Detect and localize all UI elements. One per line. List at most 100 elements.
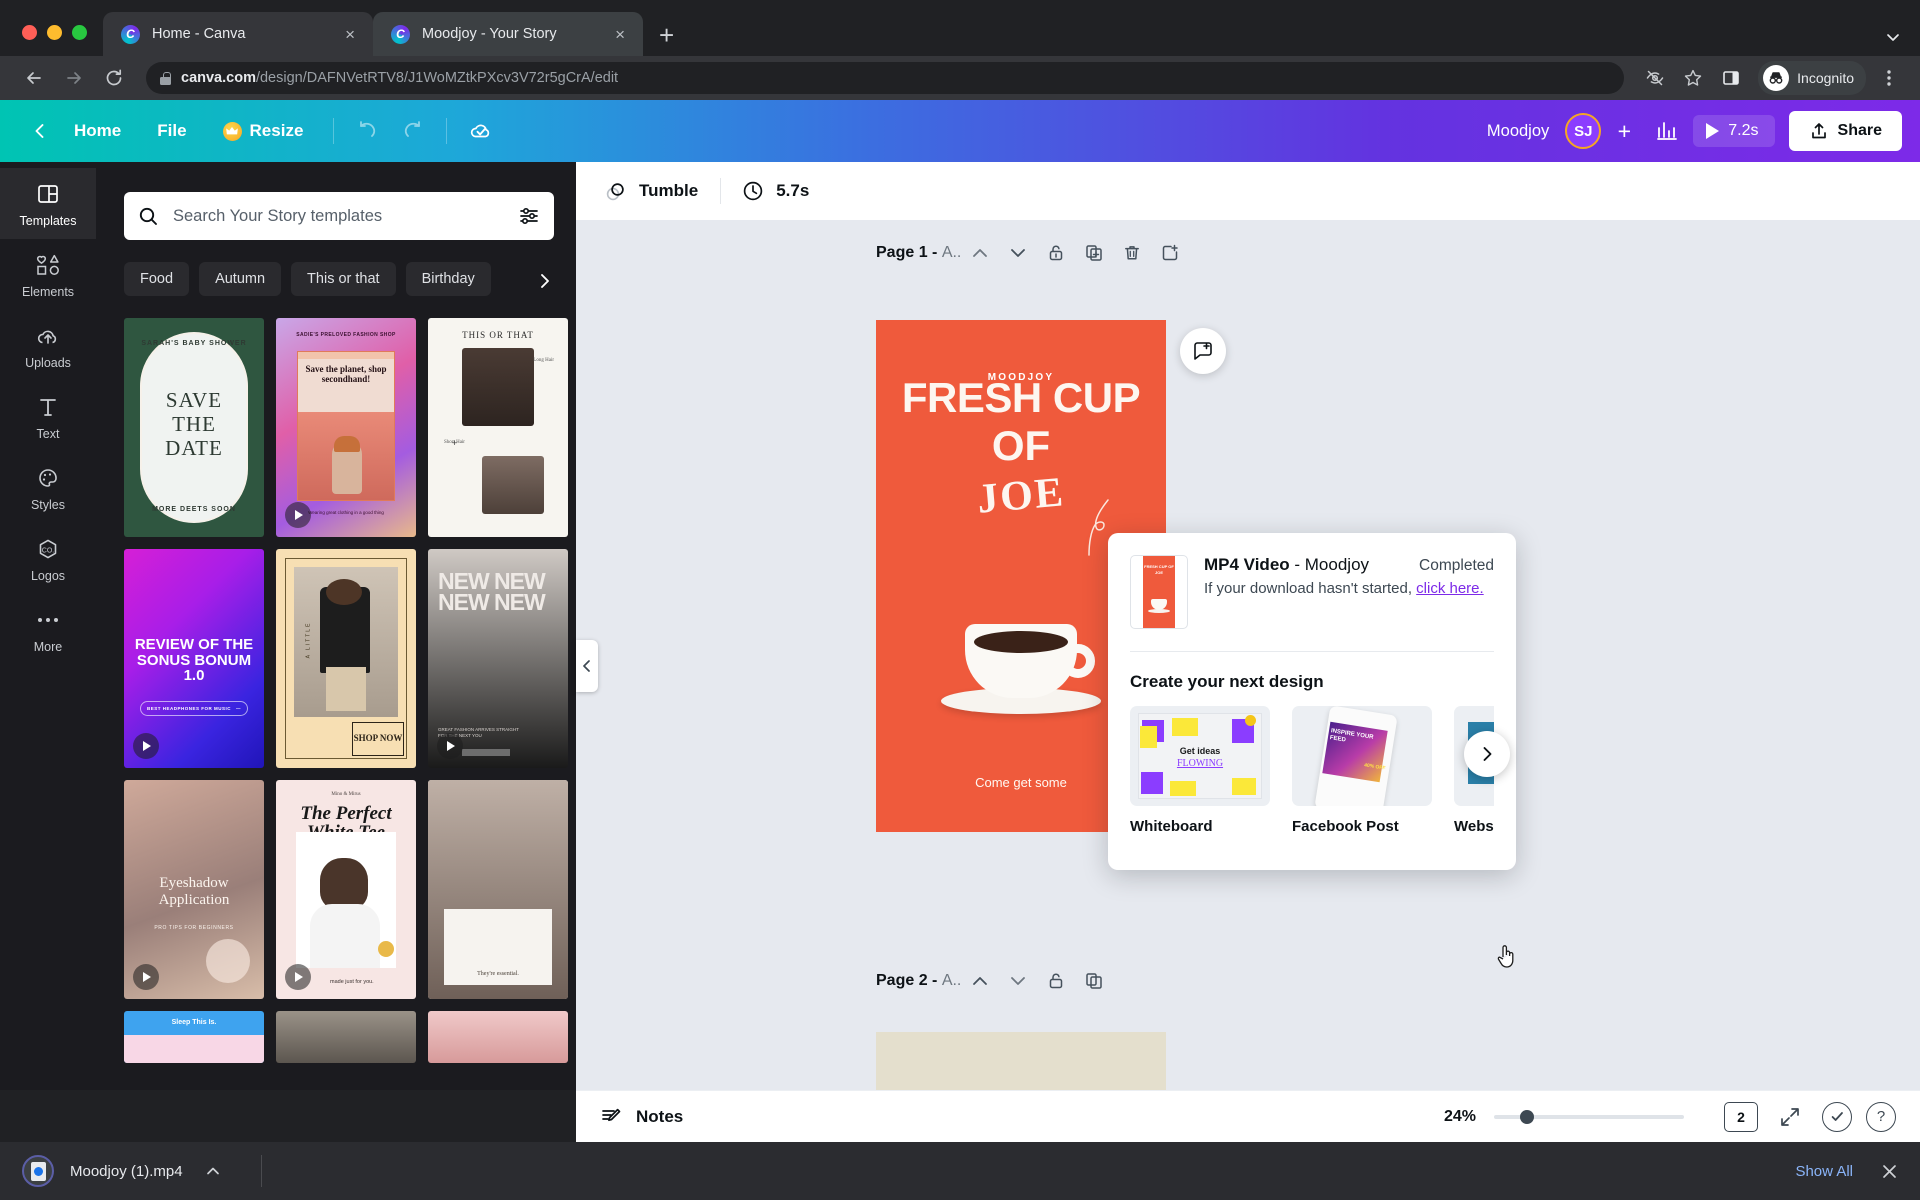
- page-count-badge[interactable]: 2: [1724, 1101, 1758, 1132]
- unlock-icon[interactable]: [1037, 236, 1075, 270]
- list-item[interactable]: Eyeshadow Application PRO TIPS FOR BEGIN…: [124, 780, 264, 999]
- play-icon[interactable]: [285, 964, 311, 990]
- sidebar-item-uploads[interactable]: Uploads: [0, 310, 96, 381]
- cloud-check-icon[interactable]: [461, 111, 501, 151]
- list-item[interactable]: Sleep This Is.: [124, 1011, 264, 1063]
- close-icon[interactable]: ×: [611, 22, 629, 47]
- chevron-down-icon[interactable]: [1884, 28, 1902, 46]
- kebab-menu-icon[interactable]: [1870, 68, 1904, 88]
- chevron-up-icon[interactable]: [199, 1163, 227, 1179]
- search-input[interactable]: Search Your Story templates: [124, 192, 554, 240]
- download-item[interactable]: Moodjoy (1).mp4: [22, 1155, 262, 1187]
- star-icon[interactable]: [1676, 61, 1710, 95]
- list-item[interactable]: They're essential.: [428, 780, 568, 999]
- chevron-left-icon: [581, 660, 593, 672]
- reload-icon[interactable]: [96, 60, 132, 96]
- list-item[interactable]: Mino & Mirus The Perfect White Tee made …: [276, 780, 416, 999]
- chevron-down-icon[interactable]: [999, 236, 1037, 270]
- play-icon[interactable]: [133, 733, 159, 759]
- card-preview-text-2: FLOWING: [1176, 758, 1224, 769]
- duration-button[interactable]: 5.7s: [741, 179, 827, 203]
- list-item[interactable]: [276, 1011, 416, 1063]
- new-tab-button[interactable]: +: [643, 22, 690, 56]
- chevron-right-icon[interactable]: [1464, 731, 1510, 777]
- template-title: REVIEW OF THE SONUS BONUM 1.0: [134, 636, 254, 685]
- delete-page-icon[interactable]: [1113, 236, 1151, 270]
- click-here-link[interactable]: click here.: [1416, 580, 1484, 597]
- chevron-right-icon[interactable]: [528, 262, 562, 300]
- notes-button[interactable]: Notes: [600, 1105, 683, 1129]
- chevron-left-icon[interactable]: [22, 115, 54, 147]
- close-icon[interactable]: [1881, 1163, 1898, 1180]
- sidebar-item-more[interactable]: More: [0, 594, 96, 665]
- design-name[interactable]: Moodjoy: [1487, 122, 1559, 141]
- unlock-icon[interactable]: [1037, 964, 1075, 998]
- add-people-button[interactable]: +: [1607, 114, 1641, 148]
- play-icon[interactable]: [437, 733, 463, 759]
- list-item[interactable]: THIS OR THAT + Short Hair Long Hair: [428, 318, 568, 537]
- redo-icon[interactable]: [392, 111, 432, 151]
- list-item[interactable]: REVIEW OF THE SONUS BONUM 1.0 BEST HEADP…: [124, 549, 264, 768]
- close-icon[interactable]: ×: [341, 22, 359, 47]
- chip-birthday[interactable]: Birthday: [405, 262, 491, 296]
- chevron-up-icon[interactable]: [961, 964, 999, 998]
- chip-food[interactable]: Food: [124, 262, 190, 296]
- back-icon[interactable]: [16, 60, 52, 96]
- eye-off-icon[interactable]: [1638, 61, 1672, 95]
- list-item[interactable]: SADIE'S PRELOVED FASHION SHOP Save the p…: [276, 318, 416, 537]
- home-button[interactable]: Home: [58, 113, 137, 149]
- incognito-profile-button[interactable]: Incognito: [1758, 61, 1866, 95]
- duplicate-page-icon[interactable]: [1075, 964, 1113, 998]
- chip-autumn[interactable]: Autumn: [199, 262, 282, 296]
- animation-button[interactable]: Tumble: [604, 179, 716, 203]
- file-menu-button[interactable]: File: [141, 113, 202, 149]
- play-icon[interactable]: [285, 502, 311, 528]
- present-button[interactable]: 7.2s: [1693, 115, 1775, 147]
- expand-icon[interactable]: [1772, 1099, 1808, 1135]
- resize-button[interactable]: Resize: [207, 113, 320, 149]
- design-page-2[interactable]: [876, 1032, 1166, 1090]
- coffee-cup-illustration: [941, 594, 1101, 714]
- avatar[interactable]: SJ: [1565, 113, 1602, 149]
- bar-chart-icon[interactable]: [1647, 111, 1687, 151]
- play-icon[interactable]: [133, 964, 159, 990]
- list-item[interactable]: [428, 1011, 568, 1063]
- maximize-window-button[interactable]: [72, 25, 87, 40]
- undo-icon[interactable]: [348, 111, 388, 151]
- side-panel-icon[interactable]: [1714, 61, 1748, 95]
- card-whiteboard[interactable]: Get ideas FLOWING Whiteboard: [1130, 706, 1270, 835]
- card-facebook-post[interactable]: INSPIRE YOUR FEED 40% OFF Facebook Post: [1292, 706, 1432, 835]
- show-all-button[interactable]: Show All: [1795, 1163, 1853, 1180]
- browser-tab-home-canva[interactable]: C Home - Canva ×: [103, 12, 373, 56]
- chip-this-or-that[interactable]: This or that: [291, 262, 396, 296]
- browser-tab-moodjoy[interactable]: C Moodjoy - Your Story ×: [373, 12, 643, 56]
- chevron-down-icon[interactable]: [999, 964, 1037, 998]
- close-window-button[interactable]: [22, 25, 37, 40]
- template-side-text: A LITTLE: [305, 621, 312, 659]
- zoom-slider-handle[interactable]: [1520, 1109, 1534, 1124]
- forward-icon[interactable]: [56, 60, 92, 96]
- template-title: They're essential.: [477, 971, 519, 977]
- sidebar-item-elements[interactable]: Elements: [0, 239, 96, 310]
- help-circle-icon[interactable]: ?: [1866, 1101, 1896, 1132]
- sidebar-item-styles[interactable]: Styles: [0, 452, 96, 523]
- sidebar-item-logos[interactable]: CO. Logos: [0, 523, 96, 594]
- list-item[interactable]: NEW NEW NEW NEW GREAT FASHION ARRIVES ST…: [428, 549, 568, 768]
- address-bar[interactable]: canva.com/design/DAFNVetRTV8/J1WoMZtkPXc…: [146, 62, 1625, 94]
- share-button[interactable]: Share: [1788, 111, 1902, 151]
- list-item[interactable]: SARAH'S BABY SHOWER SAVE THE DATE MORE D…: [124, 318, 264, 537]
- duplicate-page-icon[interactable]: [1075, 236, 1113, 270]
- download-subtext: If your download hasn't started, click h…: [1204, 580, 1484, 597]
- add-comment-icon[interactable]: [1180, 328, 1226, 374]
- sidebar-item-text[interactable]: Text: [0, 381, 96, 452]
- add-page-icon[interactable]: [1151, 236, 1189, 270]
- filter-sliders-icon[interactable]: [518, 205, 540, 227]
- minimize-window-button[interactable]: [47, 25, 62, 40]
- check-circle-icon[interactable]: [1822, 1101, 1852, 1132]
- divider: [260, 1155, 262, 1187]
- list-item[interactable]: SHOP NOW A LITTLE: [276, 549, 416, 768]
- sidebar-item-templates[interactable]: Templates: [0, 168, 96, 239]
- collapse-panel-handle[interactable]: [576, 640, 598, 692]
- zoom-slider[interactable]: [1494, 1109, 1684, 1124]
- chevron-up-icon[interactable]: [961, 236, 999, 270]
